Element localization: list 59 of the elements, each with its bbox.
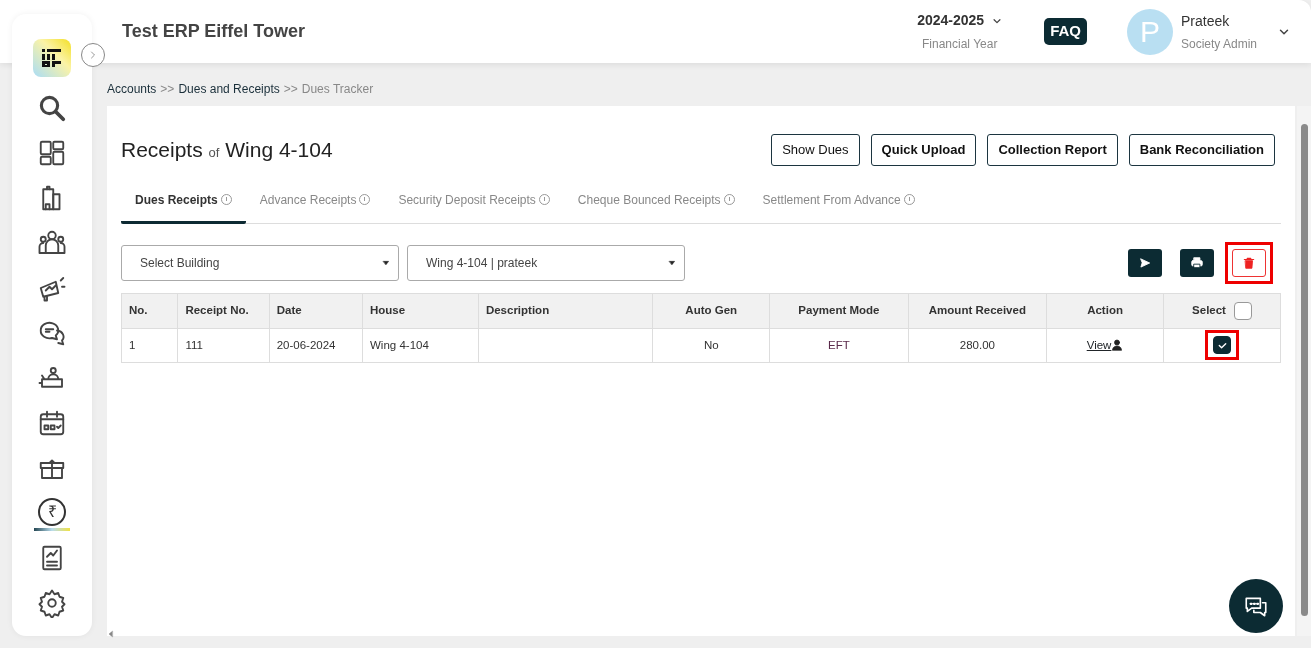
select-all-checkbox[interactable] (1233, 301, 1252, 320)
year-dropdown[interactable]: 2024-2025 (917, 10, 1003, 31)
table-cell: 111 (177, 328, 270, 363)
table-cell: 20-06-2024 (269, 328, 363, 363)
user-name: Prateek (1181, 11, 1231, 31)
toolbar-button[interactable]: Show Dues (771, 134, 860, 166)
table-cell: Wing 4-104 (362, 328, 479, 363)
trash-icon (1242, 255, 1256, 270)
caret-down-icon (668, 258, 676, 267)
app-logo (33, 39, 71, 77)
column-header: Action (1046, 293, 1164, 328)
table-cell: No (652, 328, 770, 363)
printer-icon (1190, 255, 1204, 270)
column-header: Payment Mode (769, 293, 909, 328)
column-header: Description (478, 293, 653, 328)
delete-button[interactable] (1232, 248, 1266, 277)
view-link[interactable]: View (1086, 338, 1112, 351)
year-label: Financial Year (921, 36, 999, 53)
vertical-scrollbar[interactable] (1297, 106, 1311, 636)
tab[interactable]: Cheque Bounced Receipts (563, 182, 749, 224)
column-header: Select (1192, 303, 1226, 316)
breadcrumb-separator: >> (160, 81, 175, 98)
breadcrumb-link[interactable]: Accounts (107, 80, 157, 98)
avatar: P (1127, 8, 1173, 55)
calendar-icon (37, 408, 67, 438)
tab[interactable]: Security Deposit Receipts (384, 182, 564, 224)
person-icon (1111, 339, 1124, 352)
table-cell: EFT (769, 328, 909, 363)
tab[interactable]: Dues Receipts (121, 182, 246, 224)
faq-button[interactable]: FAQ (1044, 18, 1087, 45)
search-icon (37, 93, 67, 123)
table-cell: 280.00 (908, 328, 1047, 363)
dropdown-field[interactable]: Wing 4-104 | prateek (407, 244, 685, 281)
column-header: No. (121, 293, 178, 328)
page-title: Receipts of Wing 4-104 (121, 137, 333, 163)
app-title: Test ERP Eiffel Tower (122, 20, 306, 43)
column-header: Amount Received (908, 293, 1047, 328)
column-header: Receipt No. (177, 293, 270, 328)
user-role: Society Admin (1181, 35, 1259, 53)
caret-down-icon (382, 258, 390, 267)
send-button[interactable] (1128, 248, 1162, 277)
scroll-left-icon (107, 629, 115, 638)
breadcrumb-separator: >> (283, 81, 298, 98)
table-cell: 1 (121, 328, 178, 363)
tab[interactable]: Advance Receipts (245, 182, 385, 224)
print-button[interactable] (1180, 248, 1214, 277)
breadcrumb-link[interactable]: Dues and Receipts (178, 80, 280, 98)
toolbar-button[interactable]: Collection Report (987, 134, 1118, 166)
send-icon (1138, 255, 1152, 270)
dropdown-field[interactable]: Select Building (121, 244, 399, 281)
toolbar-button[interactable]: Quick Upload (870, 134, 977, 166)
dashboard-icon (37, 138, 67, 168)
tab[interactable]: Settlement From Advance (748, 182, 929, 224)
column-header: House (362, 293, 479, 328)
row-checkbox[interactable] (1213, 336, 1231, 355)
column-header: Date (269, 293, 363, 328)
toolbar-button[interactable]: Bank Reconciliation (1128, 134, 1275, 166)
column-header: Auto Gen (652, 293, 770, 328)
settings-icon (37, 588, 67, 618)
